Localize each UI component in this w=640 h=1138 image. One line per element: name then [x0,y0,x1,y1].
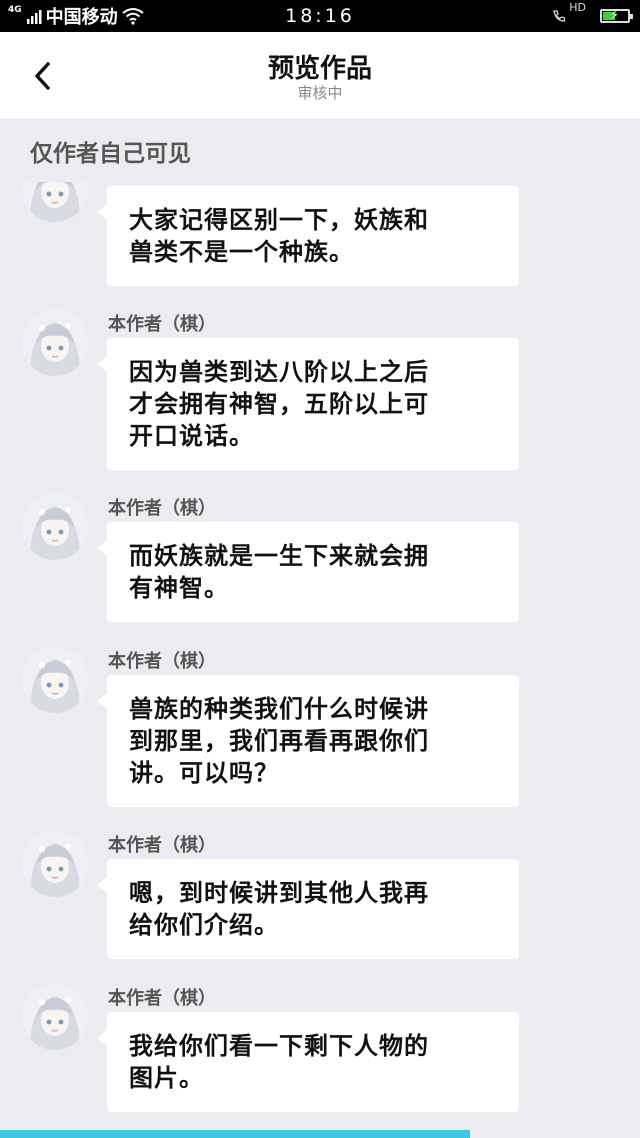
message-line: 兽族的种类我们什么时候讲 [129,695,429,723]
message-line: 嗯，到时候讲到其他人我再 [129,879,429,907]
review-status: 审核中 [297,84,343,102]
message-bubble: 大家记得区别一下，妖族和 兽类不是一个种族。 [97,186,519,286]
message-line: 有神智。 [129,574,229,602]
reading-progress-bar [0,1130,640,1138]
avatar[interactable] [22,647,88,713]
clock: 18:16 [285,5,355,27]
avatar[interactable] [22,831,88,897]
header: 预览作品 审核中 [0,32,640,118]
page-title: 预览作品 [267,54,372,84]
message-bubble: 兽族的种类我们什么时候讲 到那里，我们再看再跟你们 讲。可以吗？ [97,675,519,807]
avatar[interactable] [22,182,88,222]
message-line: 大家记得区别一下，妖族和 [129,206,429,234]
battery-icon: ⚡ [600,8,633,23]
author-name: 本作者（棋） [108,835,216,856]
visibility-notice: 仅作者自己可见 [0,118,640,182]
avatar[interactable] [22,984,88,1050]
message-bubble: 我给你们看一下剩下人物的 图片。 [97,1012,519,1112]
status-bar: 4G 中国移动 18:16 HD ⚡ [0,0,640,32]
message-line: 而妖族就是一生下来就会拥 [129,542,429,570]
reading-progress-fill [0,1130,470,1138]
message-line: 开口说话。 [129,422,254,450]
avatar[interactable] [22,494,88,560]
message-line: 到那里，我们再看再跟你们 [129,727,429,755]
visibility-notice-text: 仅作者自己可见 [30,141,191,167]
message-line: 兽类不是一个种族。 [129,238,354,266]
message-bubble: 嗯，到时候讲到其他人我再 给你们介绍。 [97,859,519,959]
author-name: 本作者（棋） [108,498,216,519]
charging-icon: ⚡ [610,8,620,23]
message-line: 因为兽类到达八阶以上之后 [129,358,429,386]
status-right: HD ⚡ [552,1,633,26]
message-bubble: 而妖族就是一生下来就会拥 有神智。 [97,522,519,622]
message-bubble: 因为兽类到达八阶以上之后 才会拥有神智，五阶以上可 开口说话。 [97,338,519,470]
message-line: 讲。可以吗？ [129,759,279,787]
avatar[interactable] [22,310,88,376]
message-line: 我给你们看一下剩下人物的 [129,1032,429,1060]
hd-label: HD [569,1,586,14]
message-list[interactable]: 大家记得区别一下，妖族和 兽类不是一个种族。 本作者（棋） 因为兽类到达八阶以上… [0,182,640,1130]
author-name: 本作者（棋） [108,651,216,672]
author-name: 本作者（棋） [108,988,216,1009]
message-line: 图片。 [129,1064,204,1092]
hd-call-icon: HD [552,1,586,23]
message-line: 给你们介绍。 [129,911,279,939]
message-line: 才会拥有神智，五阶以上可 [129,390,429,418]
author-name: 本作者（棋） [108,314,216,335]
